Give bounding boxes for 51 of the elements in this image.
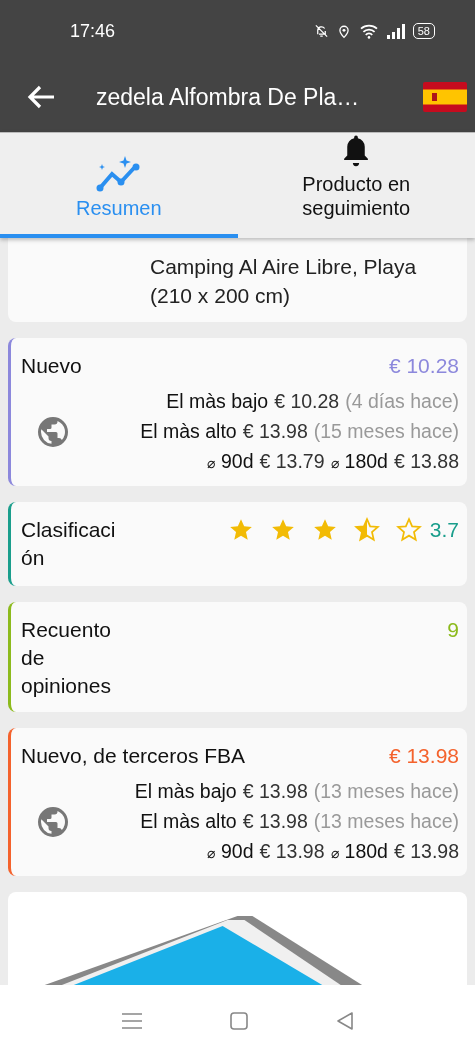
card-label: Nuevo xyxy=(21,353,82,379)
stat-age: (15 meses hace) xyxy=(313,419,459,444)
stat-label: El màs bajo xyxy=(166,389,269,414)
average-period: 180d xyxy=(344,839,388,864)
stat-age: (13 meses hace) xyxy=(313,809,459,834)
stat-price: € 13.98 xyxy=(242,419,308,444)
flag-icon[interactable] xyxy=(423,82,467,112)
card-label: Recuento de opiniones xyxy=(21,617,112,699)
stat-label: El màs alto xyxy=(140,809,237,834)
star-icon xyxy=(353,517,380,543)
average-price: € 13.79 xyxy=(259,449,325,474)
average-price: € 13.88 xyxy=(393,449,459,474)
clock: 17:46 xyxy=(70,20,116,42)
sparkle-chart-icon xyxy=(95,156,142,192)
count-value: 9 xyxy=(447,617,459,643)
average-period: 90d xyxy=(220,449,254,474)
bell-off-icon xyxy=(313,23,329,39)
wifi-icon xyxy=(358,23,379,39)
average-price: € 13.98 xyxy=(393,839,459,864)
card-label: Clasificaci ón xyxy=(21,517,117,571)
back-triangle-icon[interactable] xyxy=(335,1011,354,1030)
average-period: 180d xyxy=(344,449,388,474)
stat-label: El màs bajo xyxy=(134,779,237,804)
stat-age: (13 meses hace) xyxy=(313,779,459,804)
stat-price: € 13.98 xyxy=(242,809,308,834)
stat-label: El màs alto xyxy=(140,419,237,444)
back-arrow-icon[interactable] xyxy=(26,84,56,110)
tab[interactable]: Producto en seguimiento xyxy=(237,133,475,238)
battery-icon: 58 xyxy=(412,23,435,39)
average-period: 90d xyxy=(220,839,254,864)
stat-age: (4 días hace) xyxy=(345,389,459,414)
product-title: Camping Al Aire Libre, Playa xyxy=(150,254,418,280)
menu-icon[interactable] xyxy=(121,1012,142,1029)
average-symbol: ⌀ xyxy=(330,454,339,473)
average-price: € 13.98 xyxy=(259,839,325,864)
stat-price: € 13.98 xyxy=(242,779,308,804)
home-square-icon[interactable] xyxy=(229,1011,248,1030)
star-icon xyxy=(395,517,422,543)
average-symbol: ⌀ xyxy=(330,844,339,863)
average-symbol: ⌀ xyxy=(206,844,215,863)
average-symbol: ⌀ xyxy=(206,454,215,473)
globe-icon xyxy=(35,804,71,840)
card-value: € 10.28 xyxy=(388,353,459,379)
globe-icon xyxy=(35,414,71,450)
stat-price: € 10.28 xyxy=(274,389,340,414)
card-value: € 13.98 xyxy=(388,743,459,769)
window-title: zedela Alfombra De Pla… xyxy=(96,83,361,111)
signal-icon xyxy=(386,23,405,39)
card-label: Nuevo, de terceros FBA xyxy=(21,743,246,769)
rating-value: 3.7 xyxy=(429,517,459,543)
product-title: (210 x 200 cm) xyxy=(150,283,292,309)
